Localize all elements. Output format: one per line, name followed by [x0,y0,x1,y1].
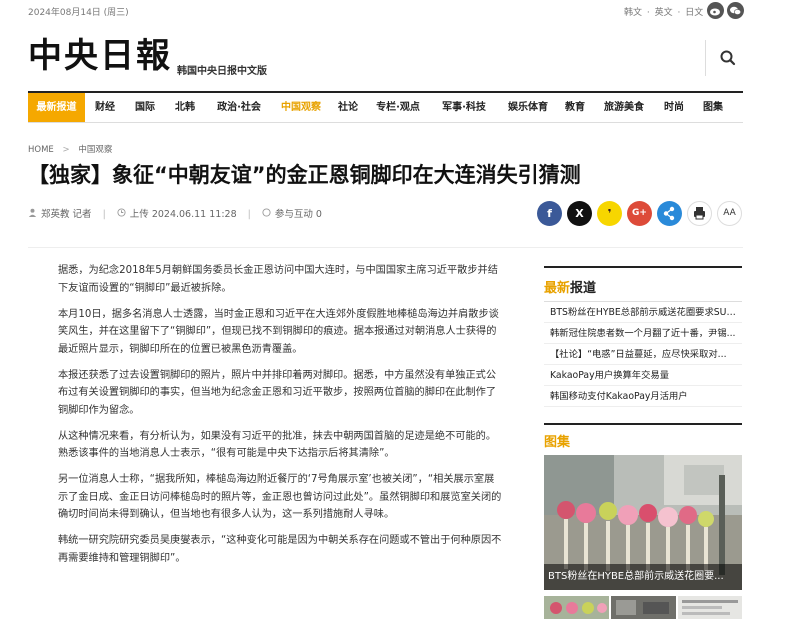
published-time: 上传 2024.06.11 11:28 [129,209,237,220]
content-divider [28,247,743,248]
print-button[interactable] [687,201,712,226]
article-paragraph: 韩统一研究院研究委员吴庚燮表示，“这种变化可能是因为中朝关系存在问题或不管出于何… [58,535,502,564]
comments-count[interactable]: 参与互动 0 [275,209,322,220]
print-icon [694,207,705,220]
lang-korean-link[interactable]: 韩文 [624,8,642,18]
font-size-button[interactable]: AA [717,201,742,226]
gallery-thumbnail[interactable] [678,596,742,619]
share-button[interactable] [657,201,682,226]
comments-info[interactable]: 参与互动 0 [262,206,322,220]
nav-item-editorial[interactable]: 社论 [329,93,367,122]
nav-item-travel-food[interactable]: 旅游美食 [593,93,655,122]
gallery-photo[interactable]: BTS粉丝在HYBE总部前示威送花圈要... [544,455,742,590]
list-item[interactable]: BTS粉丝在HYBE总部前示威送花圈要求SUG... [544,302,742,323]
nav-item-north-korea[interactable]: 北韩 [165,93,205,122]
meta-separator: | [102,209,106,220]
latest-head-suffix: 报道 [570,281,597,296]
breadcrumb-home[interactable]: HOME [28,145,54,155]
lang-japanese-link[interactable]: 日文 [685,8,703,18]
article-paragraph: 从这种情况来看，有分析认为，如果没有习近平的批准，抹去中朝两国首脑的足迹是绝不可… [58,430,497,460]
lang-separator: · [646,8,650,18]
lang-english-link[interactable]: 英文 [655,8,673,18]
latest-news-list: BTS粉丝在HYBE总部前示威送花圈要求SUG... 韩新冠住院患者数一个月翻了… [544,301,742,407]
site-subtitle: 韩国中央日报中文版 [177,66,267,77]
language-links: 韩文 · 英文 · 日文 [624,5,705,18]
user-icon [28,208,37,220]
article-paragraph: 据悉，为纪念2018年5月朝鲜国务委员长金正恩访问中国大连时，与中国国家主席习近… [58,265,498,294]
article-meta: 郑英教 记者 | 上传 2024.06.11 11:28 | 参与互动 0 [28,206,330,220]
comment-icon [262,208,271,220]
header-divider [705,40,706,76]
share-icon [663,206,675,221]
site-logo[interactable]: 中央日報 [28,38,172,74]
author-info: 郑英教 记者 [28,206,92,220]
facebook-icon: f [547,207,552,220]
nav-item-education[interactable]: 教育 [557,93,593,122]
article-title: 【独家】象征“中朝友谊”的金正恩铜脚印在大连消失引猜测 [28,163,581,187]
nav-item-china-watch[interactable]: 中国观察 [273,93,329,122]
nav-item-fashion[interactable]: 时尚 [655,93,693,122]
facebook-share-button[interactable]: f [537,201,562,226]
nav-item-finance[interactable]: 财经 [85,93,125,122]
google-plus-share-button[interactable]: G+ [627,201,652,226]
list-item[interactable]: 韩新冠住院患者数一个月翻了近十番，尹锡... [544,323,742,344]
main-nav: 最新报道 财经 国际 北韩 政治·社会 中国观察 社论 专栏·观点 军事·科技 … [28,91,743,123]
top-bar: 2024年08月14日 (周三) 韩文 · 英文 · 日文 [0,0,800,22]
article-paragraph: 本月10日，据多名消息人士透露，当时金正恩和习近平在大连郊外度假胜地棒槌岛海边并… [58,308,499,355]
gallery-thumbnail[interactable] [544,596,609,619]
current-date: 2024年08月14日 (周三) [28,8,129,18]
weibo-icon[interactable] [707,2,724,19]
article-body: 据悉，为纪念2018年5月朝鲜国务委员长金正恩访问中国大连时，与中国国家主席习近… [58,262,503,576]
gallery-thumbnail-image [550,602,607,614]
meta-separator: | [247,209,251,220]
latest-head-prefix: 最新 [544,281,571,296]
gallery-heading: 图集 [544,423,742,450]
gallery-thumbnail[interactable] [611,596,676,619]
font-size-icon: AA [723,208,736,218]
masthead: 中央日報 韩国中央日报中文版 [28,38,267,77]
nav-item-politics-society[interactable]: 政治·社会 [205,93,273,122]
kakao-icon: ❜ [607,207,612,220]
nav-item-gallery[interactable]: 图集 [693,93,733,122]
published-info: 上传 2024.06.11 11:28 [117,206,237,220]
breadcrumb-section[interactable]: 中国观察 [78,145,112,155]
x-share-button[interactable]: X [567,201,592,226]
article-paragraph: 另一位消息人士称，“据我所知，棒槌岛海边附近餐厅的‘7号角展示室’也被关闭”，“… [58,474,502,520]
breadcrumb-separator: > [62,145,70,155]
wechat-icon[interactable] [727,2,744,19]
list-item[interactable]: 【社论】“电惑”日益蔓延，应尽快采取对... [544,344,742,365]
nav-item-international[interactable]: 国际 [125,93,165,122]
clock-icon [117,208,126,220]
nav-item-columns[interactable]: 专栏·观点 [367,93,429,122]
breadcrumb: HOME > 中国观察 [28,143,112,155]
latest-news-heading: 最新报道 [544,266,742,296]
article-paragraph: 本报还获悉了过去设置铜脚印的照片，照片中并排印着两对脚印。据悉，中方虽然没有单独… [58,369,497,416]
sidebar: 最新报道 BTS粉丝在HYBE总部前示威送花圈要求SUG... 韩新冠住院患者数… [544,266,742,407]
nav-item-entertainment[interactable]: 娱乐体育 [499,93,557,122]
gallery-thumbnail-image [682,600,738,615]
kakao-share-button[interactable]: ❜ [597,201,622,226]
nav-item-military-tech[interactable]: 军事·科技 [429,93,499,122]
google-plus-icon: G+ [632,208,647,218]
gallery-thumbnail-image [616,600,669,615]
x-icon: X [575,207,584,220]
author-name[interactable]: 郑英教 记者 [41,209,92,220]
lang-separator: · [677,8,681,18]
search-icon[interactable] [718,48,738,68]
nav-item-latest[interactable]: 最新报道 [28,93,85,122]
gallery-caption[interactable]: BTS粉丝在HYBE总部前示威送花圈要... [544,564,742,590]
list-item[interactable]: 韩国移动支付KakaoPay月活用户 [544,386,742,407]
list-item[interactable]: KakaoPay用户换算年交易量 [544,365,742,386]
